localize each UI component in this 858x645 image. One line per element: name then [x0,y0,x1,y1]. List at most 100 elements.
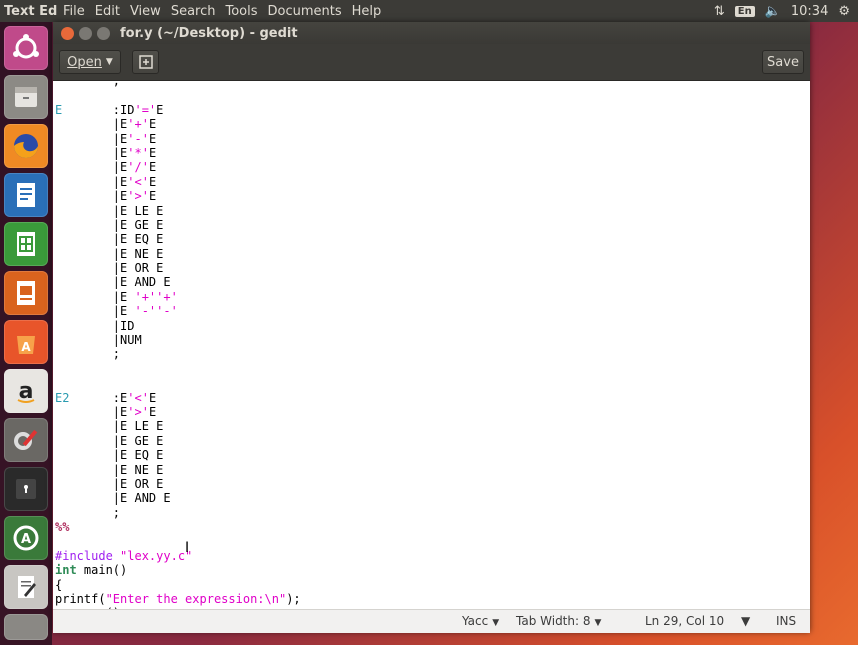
code-line[interactable] [55,535,301,549]
code-token: "Enter the expression:\n" [105,592,287,607]
code-token: E [148,404,157,419]
menu-documents[interactable]: Documents [263,4,347,19]
code-token: |E NE E [55,246,164,261]
code-token: |E OR E [55,261,164,276]
menu-file[interactable]: File [58,4,90,19]
code-token: ); [286,592,301,607]
code-line[interactable]: |E GE E [55,434,301,448]
app-name: Text Editor [4,3,58,19]
code-token: '/' [127,160,149,175]
open-button[interactable]: Open ▼ [59,50,121,74]
code-line[interactable]: E :ID'='E [55,103,301,117]
code-token: '<' [127,174,149,189]
code-line[interactable]: |E NE E [55,247,301,261]
settings-icon[interactable] [4,418,48,462]
code-line[interactable]: |E'/'E [55,160,301,174]
code-token: "lex.yy.c" [120,548,193,563]
gedit-icon[interactable] [4,565,48,609]
keyboard-layout-indicator[interactable]: En [734,5,755,17]
code-editor[interactable]: ; E :ID'='E |E'+'E |E'-'E |E'*'E |E'/'E |… [53,81,810,609]
updater-icon[interactable]: A [4,516,48,560]
minimize-icon[interactable] [79,26,92,40]
code-line[interactable] [55,376,301,390]
writer-icon[interactable] [4,173,48,217]
code-line[interactable]: |E '+''+' [55,290,301,304]
code-line[interactable]: E2 :E'<'E [55,391,301,405]
code-line[interactable]: |E'+'E [55,117,301,131]
code-line[interactable]: |E EQ E [55,448,301,462]
amazon-icon[interactable]: a [4,369,48,413]
code-line[interactable]: |E OR E [55,261,301,275]
code-token: |E [55,131,128,146]
terminal-icon[interactable] [4,467,48,511]
code-line[interactable]: |E AND E [55,275,301,289]
menu-search[interactable]: Search [166,4,221,19]
menu-tools[interactable]: Tools [220,4,262,19]
save-button[interactable]: Save [762,50,804,74]
code-text[interactable]: ; E :ID'='E |E'+'E |E'-'E |E'*'E |E'/'E |… [55,81,301,609]
code-token: :ID [62,102,135,117]
new-tab-button[interactable] [132,50,159,74]
volume-icon[interactable]: 🔈 [765,4,781,19]
printer-icon[interactable] [4,614,48,640]
code-token: '<' [127,390,149,405]
code-line[interactable]: ; [55,506,301,520]
code-line[interactable]: |E AND E [55,491,301,505]
firefox-icon[interactable] [4,124,48,168]
close-icon[interactable] [61,26,74,40]
code-token: |E [55,304,135,319]
menu-edit[interactable]: Edit [90,4,125,19]
clock[interactable]: 10:34 [791,4,828,19]
code-line[interactable]: printf("Enter the expression:\n"); [55,592,301,606]
code-line[interactable]: ; [55,81,301,88]
tab-width-selector[interactable]: Tab Width: 8 ▼ [516,614,601,628]
code-line[interactable]: |E OR E [55,477,301,491]
code-line[interactable]: |E'>'E [55,189,301,203]
cursor-position[interactable]: Ln 29, Col 10 [645,614,724,628]
code-line[interactable]: |E GE E [55,218,301,232]
code-token: E [148,160,157,175]
code-token: '+' [127,117,149,132]
code-line[interactable]: |ID [55,319,301,333]
code-line[interactable]: int main() [55,563,301,577]
code-token: |E EQ E [55,232,164,247]
code-token: ; [55,505,121,520]
code-token: |NUM [55,333,142,348]
software-center-icon[interactable]: A [4,320,48,364]
code-line[interactable]: { [55,578,301,592]
ubuntu-dash-icon[interactable] [4,26,48,70]
code-line[interactable]: |E NE E [55,463,301,477]
code-token: |ID [55,318,135,333]
power-icon[interactable]: ⚙ [838,4,850,19]
code-token: |E NE E [55,462,164,477]
code-line[interactable]: |E'<'E [55,175,301,189]
calc-icon[interactable] [4,222,48,266]
network-icon[interactable]: ⇅ [714,4,725,19]
code-line[interactable]: ; [55,347,301,361]
code-line[interactable]: |E'>'E [55,405,301,419]
code-token: '=' [134,102,157,117]
code-line[interactable]: |E EQ E [55,232,301,246]
maximize-icon[interactable] [97,26,110,40]
files-icon[interactable] [4,75,48,119]
menu-view[interactable]: View [125,4,166,19]
code-line[interactable]: |E LE E [55,419,301,433]
impress-icon[interactable] [4,271,48,315]
code-line[interactable]: |E '-''-' [55,304,301,318]
svg-text:A: A [21,532,31,547]
code-line[interactable]: %% [55,520,301,534]
code-line[interactable]: #include "lex.yy.c" [55,549,301,563]
position-menu-chevron-icon[interactable]: ▼ [741,614,750,628]
chevron-down-icon: ▼ [492,618,500,628]
code-line[interactable]: |E'-'E [55,132,301,146]
language-selector[interactable]: Yacc ▼ [462,614,499,628]
code-line[interactable] [55,362,301,376]
code-line[interactable]: |E'*'E [55,146,301,160]
code-line[interactable]: |E LE E [55,204,301,218]
menu-help[interactable]: Help [347,4,387,19]
code-token: |E GE E [55,217,164,232]
code-line[interactable] [55,88,301,102]
code-line[interactable]: |NUM [55,333,301,347]
code-token: main() [76,563,128,578]
window-titlebar[interactable]: for.y (~/Desktop) - gedit [53,22,810,44]
